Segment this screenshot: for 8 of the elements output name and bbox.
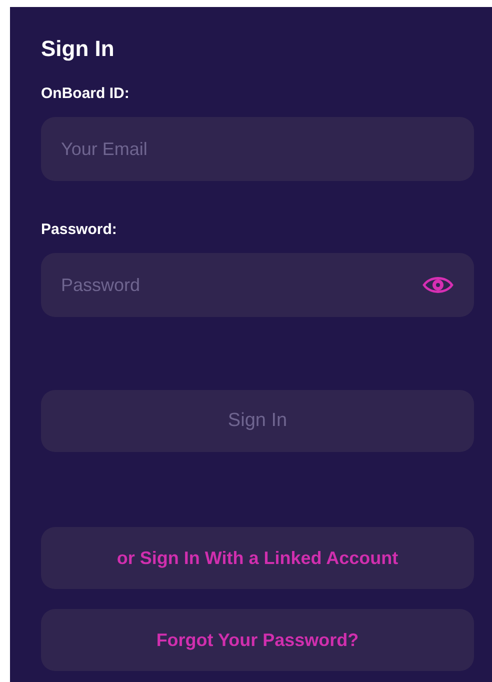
- password-field[interactable]: Password: [41, 253, 474, 317]
- field-label: Password:: [41, 221, 118, 239]
- field-label: OnBoard ID:: [41, 85, 130, 103]
- page-title: Sign In: [41, 36, 116, 62]
- link-button[interactable]: or Sign In With a Linked Account: [41, 527, 474, 589]
- link-button[interactable]: Forgot Your Password?: [41, 609, 474, 671]
- email-field[interactable]: Your Email: [41, 117, 474, 181]
- show-password-icon[interactable]: [422, 274, 454, 296]
